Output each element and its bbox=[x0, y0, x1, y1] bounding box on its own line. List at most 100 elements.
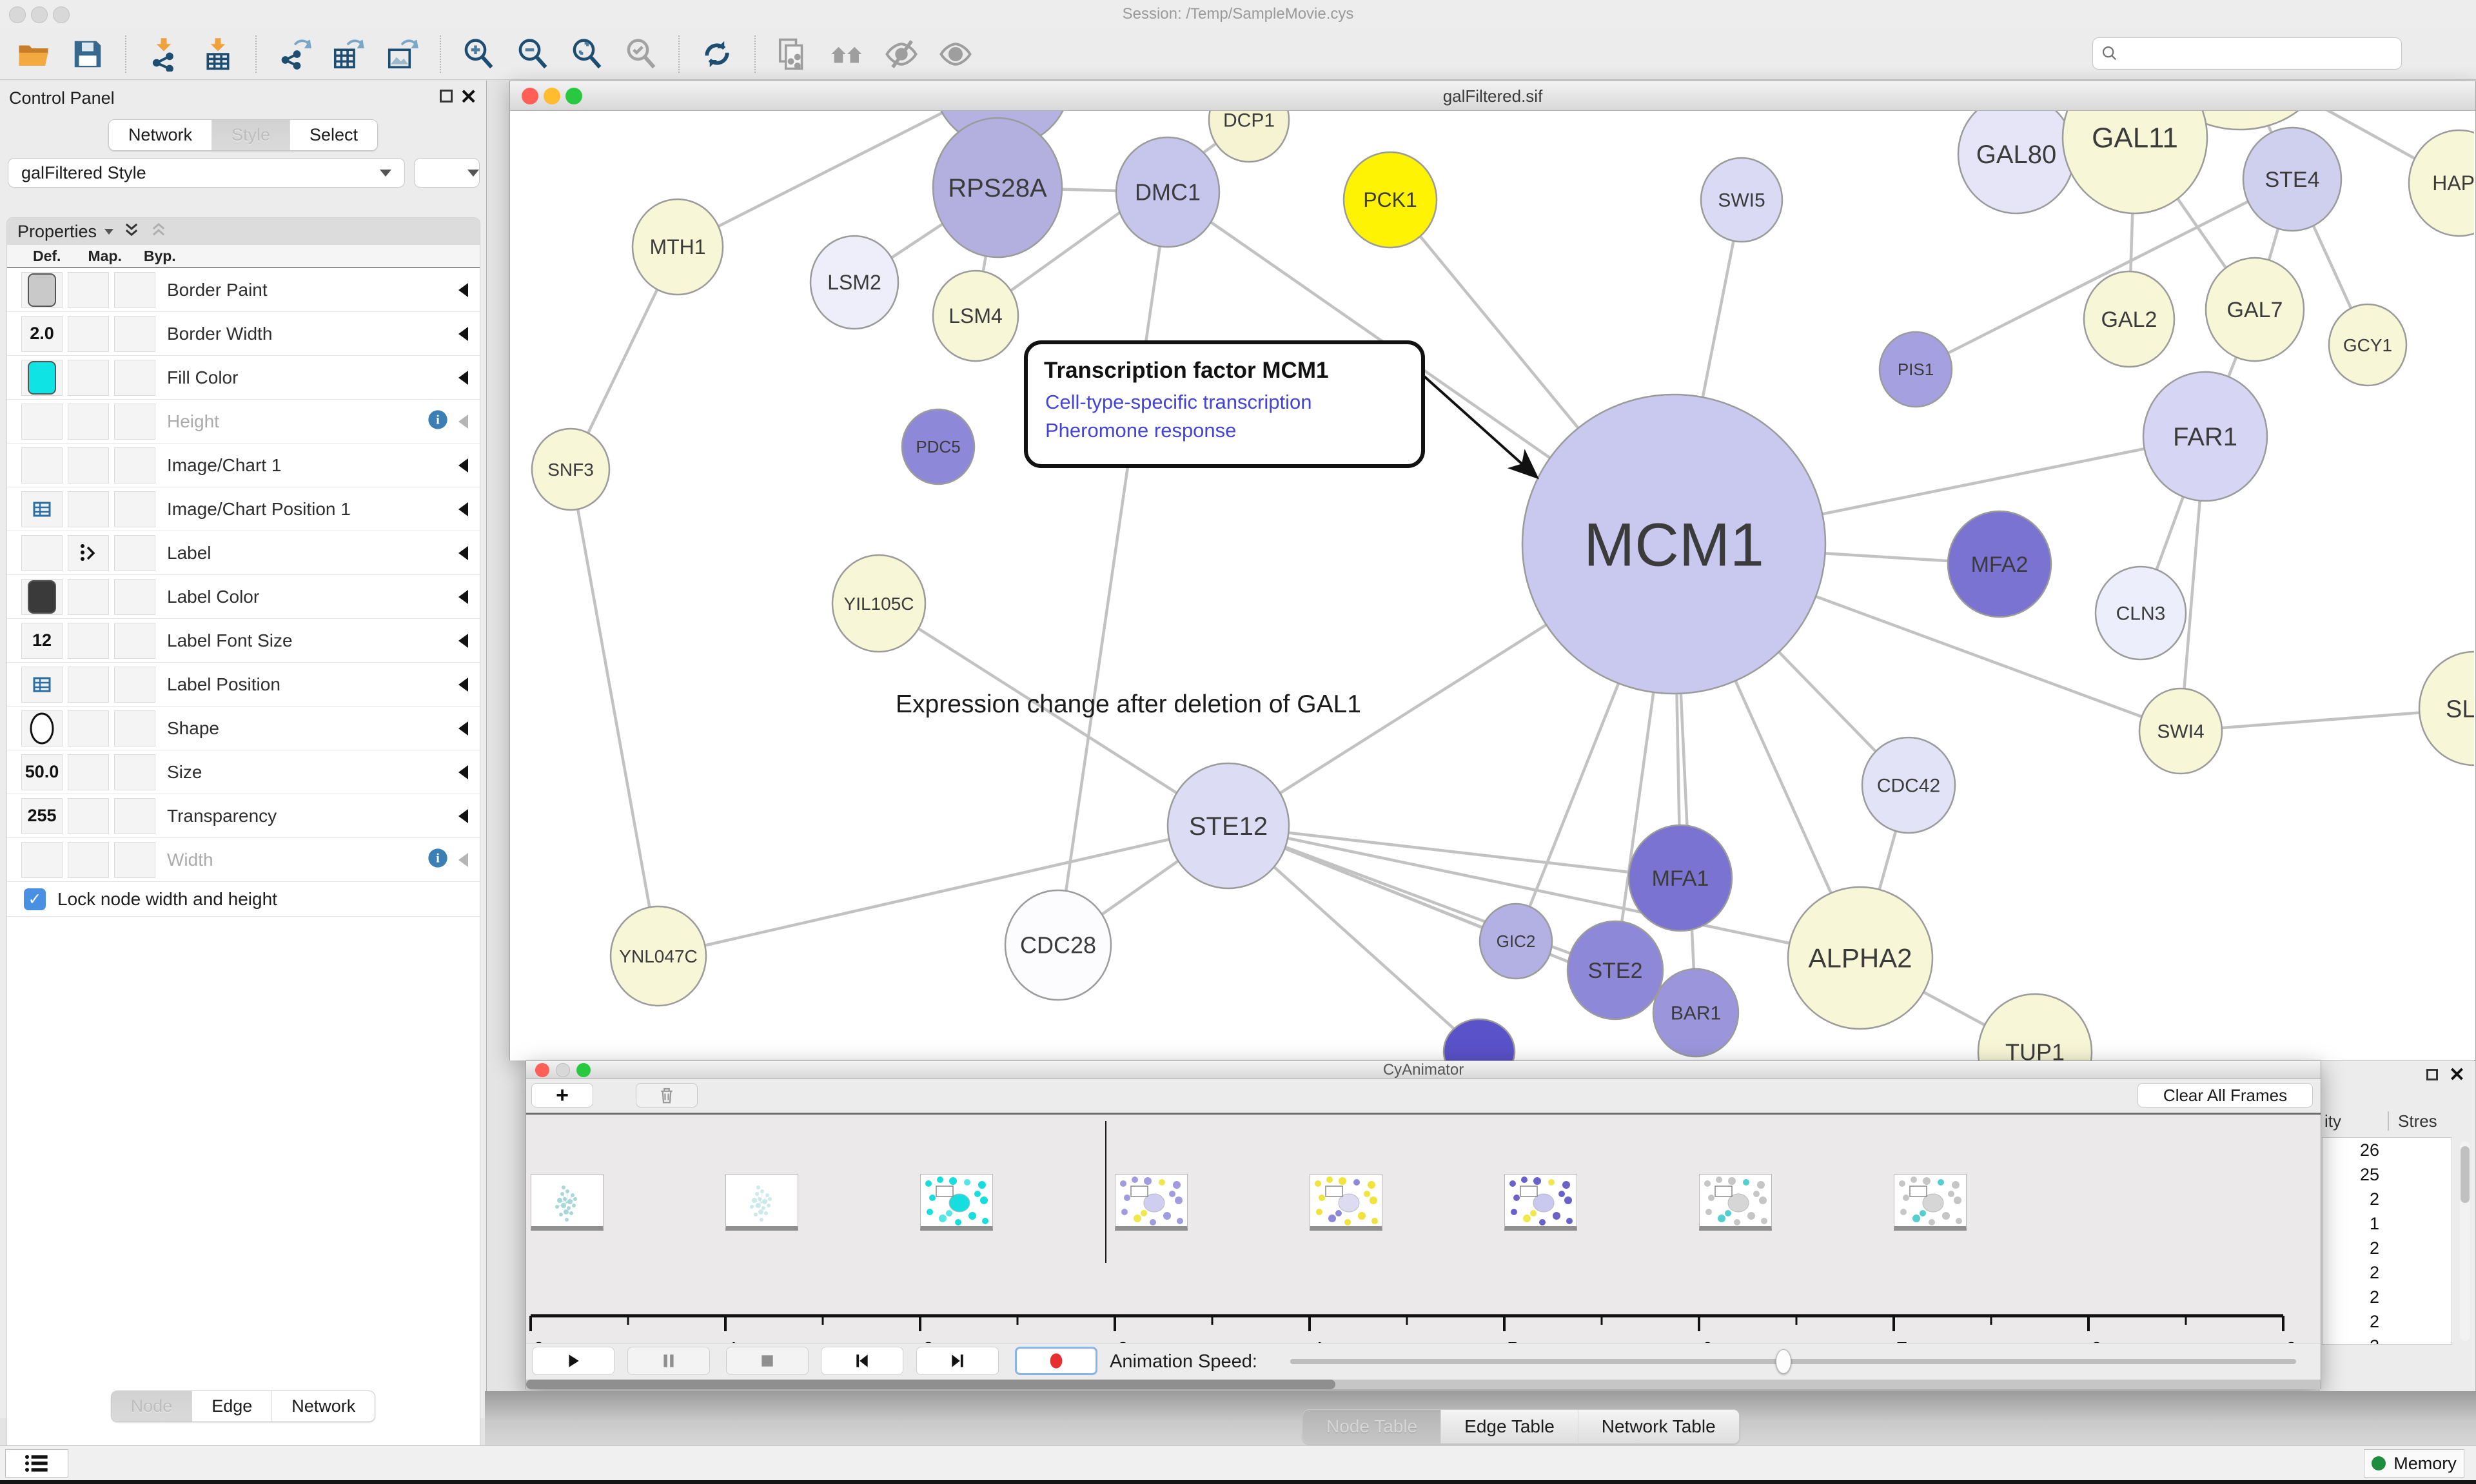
table-cell-value[interactable]: 25 bbox=[2323, 1162, 2451, 1187]
property-row-image-chart-position-1[interactable]: Image/Chart Position 1 bbox=[7, 487, 480, 531]
frame-thumbnail-4[interactable] bbox=[1310, 1174, 1382, 1231]
bypass-cell[interactable] bbox=[114, 579, 155, 615]
default-value-cell[interactable] bbox=[21, 360, 63, 396]
zoom-icon[interactable] bbox=[576, 1063, 591, 1077]
default-value-cell[interactable] bbox=[21, 710, 63, 747]
property-row-label-font-size[interactable]: 12Label Font Size bbox=[7, 619, 480, 663]
default-value-cell[interactable]: 2.0 bbox=[21, 316, 63, 352]
mapping-cell[interactable] bbox=[68, 579, 109, 615]
close-icon[interactable] bbox=[522, 88, 538, 104]
bypass-cell[interactable] bbox=[114, 667, 155, 703]
close-icon[interactable] bbox=[535, 1063, 549, 1077]
bypass-cell[interactable] bbox=[114, 798, 155, 834]
default-value-cell[interactable] bbox=[21, 842, 63, 878]
node-gal80[interactable]: GAL80 bbox=[1958, 111, 2074, 213]
node-mfa2[interactable]: MFA2 bbox=[1948, 511, 2051, 617]
property-row-height[interactable]: Heighti bbox=[7, 400, 480, 444]
tab-network[interactable]: Network bbox=[271, 1391, 375, 1421]
export-image-icon[interactable] bbox=[384, 36, 420, 72]
import-network-icon[interactable] bbox=[146, 36, 182, 72]
export-network-icon[interactable] bbox=[276, 36, 312, 72]
close-window-icon[interactable] bbox=[9, 6, 26, 23]
annotation-link[interactable]: Pheromone response bbox=[1045, 419, 1236, 442]
bypass-cell[interactable] bbox=[114, 404, 155, 440]
zoom-icon[interactable] bbox=[565, 88, 582, 104]
collapse-arrow-icon[interactable] bbox=[458, 809, 468, 823]
mapping-cell[interactable] bbox=[68, 491, 109, 527]
node-lsm2[interactable]: LSM2 bbox=[811, 236, 898, 329]
default-value-cell[interactable] bbox=[21, 579, 63, 615]
close-panel-icon[interactable]: ✕ bbox=[2449, 1064, 2465, 1086]
edge-DMC1-CDC28[interactable] bbox=[1058, 192, 1168, 945]
collapse-arrow-icon[interactable] bbox=[458, 590, 468, 604]
collapse-arrow-icon[interactable] bbox=[458, 765, 468, 779]
annotation-mcm1[interactable]: Transcription factor MCM1Cell-type-speci… bbox=[1026, 342, 1535, 476]
table-cell-value[interactable]: 1 bbox=[2323, 1211, 2451, 1236]
property-row-shape[interactable]: Shape bbox=[7, 707, 480, 750]
bypass-cell[interactable] bbox=[114, 447, 155, 483]
annotation-link[interactable]: Cell-type-specific transcription bbox=[1045, 391, 1312, 413]
frame-thumbnail-1[interactable] bbox=[725, 1174, 798, 1231]
show-all-icon[interactable] bbox=[938, 36, 974, 72]
animation-speed-slider[interactable] bbox=[1290, 1359, 2296, 1364]
hide-selected-icon[interactable] bbox=[883, 36, 919, 72]
playhead[interactable] bbox=[1105, 1121, 1106, 1263]
table-cell-value[interactable]: 2 bbox=[2323, 1187, 2451, 1211]
mapping-cell[interactable] bbox=[68, 710, 109, 747]
collapse-arrow-icon[interactable] bbox=[458, 546, 468, 560]
frame-thumbnail-0[interactable] bbox=[531, 1174, 604, 1231]
bypass-cell[interactable] bbox=[114, 710, 155, 747]
collapse-arrow-icon[interactable] bbox=[458, 327, 468, 341]
previous-frame-button[interactable] bbox=[821, 1347, 903, 1375]
bypass-cell[interactable] bbox=[114, 754, 155, 790]
timeline[interactable]: 0123456789Seconds bbox=[526, 1115, 2321, 1343]
task-history-button[interactable] bbox=[5, 1449, 68, 1478]
tab-style[interactable]: Style bbox=[211, 120, 290, 150]
property-row-label-position[interactable]: Label Position bbox=[7, 663, 480, 707]
node-cdc42[interactable]: CDC42 bbox=[1862, 737, 1955, 833]
table-cell-value[interactable]: 2 bbox=[2323, 1285, 2451, 1309]
add-frame-button[interactable]: + bbox=[531, 1083, 593, 1108]
property-row-size[interactable]: 50.0Size bbox=[7, 750, 480, 794]
network-canvas[interactable]: RPS28ADMC1DCP1PCK1SWI5GAL80GAL11STE4HAP2… bbox=[510, 111, 2474, 1060]
search-input[interactable] bbox=[2125, 44, 2393, 64]
float-panel-icon[interactable] bbox=[2426, 1069, 2438, 1080]
edge-SNF3-YNL047C[interactable] bbox=[571, 469, 658, 956]
minimize-icon[interactable] bbox=[544, 88, 560, 104]
default-value-cell[interactable]: 50.0 bbox=[21, 754, 63, 790]
bypass-cell[interactable] bbox=[114, 316, 155, 352]
collapse-all-icon[interactable] bbox=[150, 220, 168, 243]
zoom-selected-icon[interactable] bbox=[623, 36, 659, 72]
pause-button[interactable] bbox=[627, 1347, 710, 1375]
mapping-cell[interactable] bbox=[68, 272, 109, 308]
node-slt2[interactable]: SLT2 bbox=[2419, 652, 2474, 765]
property-row-width[interactable]: Widthi bbox=[7, 838, 480, 882]
slider-handle[interactable] bbox=[1776, 1349, 1791, 1374]
mapping-cell[interactable] bbox=[68, 623, 109, 659]
mapping-cell[interactable] bbox=[68, 754, 109, 790]
default-value-cell[interactable] bbox=[21, 667, 63, 703]
default-value-cell[interactable]: 255 bbox=[21, 798, 63, 834]
default-value-cell[interactable] bbox=[21, 535, 63, 571]
scrollbar-thumb[interactable] bbox=[526, 1380, 1335, 1389]
scrollbar-thumb[interactable] bbox=[2461, 1146, 2470, 1203]
node-pck1[interactable]: PCK1 bbox=[1344, 152, 1437, 248]
mapping-cell[interactable] bbox=[68, 316, 109, 352]
node-gcy1[interactable]: GCY1 bbox=[2329, 304, 2406, 386]
float-panel-icon[interactable] bbox=[440, 90, 453, 103]
collapse-arrow-icon[interactable] bbox=[458, 634, 468, 648]
open-session-icon[interactable] bbox=[15, 36, 52, 72]
node-cln3[interactable]: CLN3 bbox=[2096, 567, 2186, 659]
node-cdc28[interactable]: CDC28 bbox=[1005, 890, 1111, 1000]
collapse-arrow-icon[interactable] bbox=[458, 678, 468, 692]
zoom-out-icon[interactable] bbox=[515, 36, 551, 72]
collapse-arrow-icon[interactable] bbox=[458, 721, 468, 736]
search-box[interactable] bbox=[2092, 37, 2402, 70]
node-far1[interactable]: FAR1 bbox=[2143, 372, 2267, 501]
table-cell-value[interactable]: 2 bbox=[2323, 1334, 2451, 1345]
node-gal2[interactable]: GAL2 bbox=[2084, 271, 2174, 367]
minimize-window-icon[interactable] bbox=[31, 6, 48, 23]
table-cell-value[interactable]: 2 bbox=[2323, 1260, 2451, 1285]
bypass-cell[interactable] bbox=[114, 360, 155, 396]
node-pis1[interactable]: PIS1 bbox=[1880, 332, 1952, 407]
